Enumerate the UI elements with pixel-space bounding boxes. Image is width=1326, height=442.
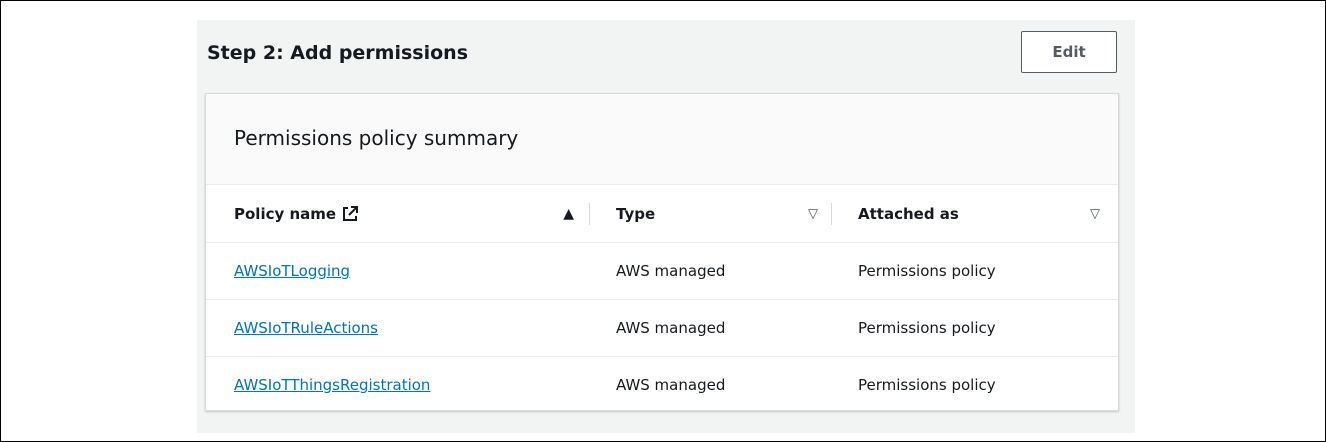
card-header: Permissions policy summary bbox=[206, 94, 1118, 185]
policy-name-cell: AWSIoTRuleActions bbox=[206, 299, 590, 357]
column-label-type: Type bbox=[616, 204, 656, 223]
policy-link[interactable]: AWSIoTThingsRegistration bbox=[234, 376, 430, 394]
policy-link[interactable]: AWSIoTLogging bbox=[234, 262, 350, 280]
table-row: AWSIoTThingsRegistration AWS managed Per… bbox=[206, 357, 1118, 414]
column-header-policy-name[interactable]: Policy name ▲ bbox=[206, 185, 590, 243]
sort-unsorted-icon[interactable]: ▽ bbox=[808, 206, 818, 221]
table-row: AWSIoTRuleActions AWS managed Permission… bbox=[206, 299, 1118, 357]
type-value: AWS managed bbox=[616, 262, 726, 280]
attached-cell: Permissions policy bbox=[832, 357, 1118, 414]
type-cell: AWS managed bbox=[590, 357, 832, 414]
column-label-policy-name: Policy name bbox=[234, 204, 337, 223]
policy-name-header-content: Policy name bbox=[234, 204, 359, 223]
policy-name-cell: AWSIoTLogging bbox=[206, 242, 590, 300]
type-cell: AWS managed bbox=[590, 242, 832, 300]
sort-unsorted-icon[interactable]: ▽ bbox=[1090, 206, 1100, 221]
column-label-attached-as: Attached as bbox=[858, 204, 959, 223]
type-cell: AWS managed bbox=[590, 299, 832, 357]
column-header-type[interactable]: Type ▽ bbox=[590, 185, 832, 243]
attached-value: Permissions policy bbox=[858, 262, 996, 280]
attached-value: Permissions policy bbox=[858, 376, 996, 394]
edit-button[interactable]: Edit bbox=[1021, 31, 1117, 73]
card-title: Permissions policy summary bbox=[234, 126, 519, 150]
table-header-row: Policy name ▲ Type ▽ Attached as ▽ bbox=[206, 185, 1118, 243]
screenshot-frame: Step 2: Add permissions Edit Permissions… bbox=[0, 0, 1326, 442]
step-title: Step 2: Add permissions bbox=[207, 42, 469, 64]
type-value: AWS managed bbox=[616, 319, 726, 337]
review-step-panel: Step 2: Add permissions Edit Permissions… bbox=[197, 20, 1135, 433]
sort-ascending-icon[interactable]: ▲ bbox=[563, 206, 574, 222]
permissions-summary-card: Permissions policy summary Policy name ▲… bbox=[205, 93, 1119, 411]
attached-cell: Permissions policy bbox=[832, 299, 1118, 357]
policy-name-cell: AWSIoTThingsRegistration bbox=[206, 357, 590, 414]
column-header-attached-as[interactable]: Attached as ▽ bbox=[832, 185, 1118, 243]
external-link-icon[interactable] bbox=[342, 205, 359, 222]
policy-table: Policy name ▲ Type ▽ Attached as ▽ AWSIo… bbox=[206, 185, 1118, 413]
table-row: AWSIoTLogging AWS managed Permissions po… bbox=[206, 242, 1118, 300]
attached-value: Permissions policy bbox=[858, 319, 996, 337]
attached-cell: Permissions policy bbox=[832, 242, 1118, 300]
policy-link[interactable]: AWSIoTRuleActions bbox=[234, 319, 378, 337]
type-value: AWS managed bbox=[616, 376, 726, 394]
